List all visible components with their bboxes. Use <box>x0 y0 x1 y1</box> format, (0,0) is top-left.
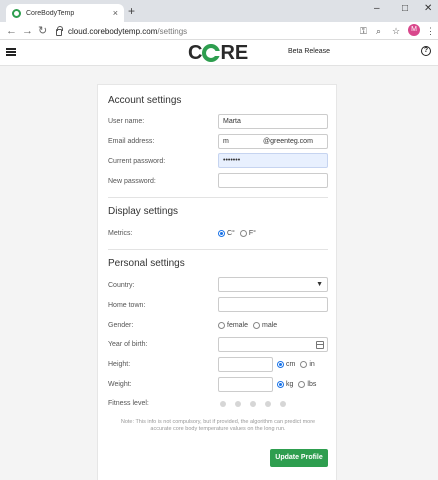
gender-male-label: male <box>262 322 278 329</box>
address-bar[interactable]: cloud.corebodytemp.com/settings <box>56 24 356 38</box>
profile-avatar[interactable]: M <box>408 24 420 36</box>
gender-female-label: female <box>227 322 249 329</box>
new-password-label: New password: <box>108 178 156 185</box>
weight-kg-label: kg <box>286 381 294 388</box>
personal-settings-title: Personal settings <box>108 258 185 269</box>
weight-lbs-label: lbs <box>307 381 317 388</box>
reload-icon[interactable]: ↻ <box>38 24 47 38</box>
email-local: m <box>223 138 229 145</box>
logo-letters-re: RE <box>220 41 249 64</box>
hometown-input[interactable] <box>218 297 328 312</box>
browser-tab[interactable]: CoreBodyTemp × <box>6 4 124 22</box>
divider <box>108 197 328 198</box>
weight-input[interactable] <box>218 377 273 392</box>
user-name-input[interactable]: Marta <box>218 114 328 129</box>
new-password-input[interactable] <box>218 173 328 188</box>
logo-letter-c: C <box>188 41 203 64</box>
metrics-celsius-radio[interactable] <box>218 230 225 237</box>
calendar-icon[interactable] <box>316 341 324 349</box>
metrics-celsius-label: C° <box>227 230 235 237</box>
fitness-level-dot-4[interactable] <box>265 401 271 407</box>
height-unit-radio-group: cm in <box>277 361 320 368</box>
beta-release-label: Beta Release <box>288 48 331 55</box>
hometown-label: Home town: <box>108 302 146 309</box>
metrics-fahrenheit-label: F° <box>248 230 256 237</box>
app-header: C RE Beta Release ? <box>0 40 438 66</box>
help-icon[interactable]: ? <box>421 46 431 56</box>
forward-icon[interactable]: → <box>22 24 33 38</box>
zoom-icon[interactable]: ⌕ <box>376 25 381 37</box>
divider <box>108 249 328 250</box>
height-input[interactable] <box>218 357 273 372</box>
core-logo: C RE <box>188 41 249 64</box>
gender-label: Gender: <box>108 322 134 329</box>
height-cm-label: cm <box>286 361 296 368</box>
chevron-down-icon: ▼ <box>316 281 323 288</box>
country-label: Country: <box>108 282 135 289</box>
hamburger-menu-icon[interactable] <box>6 48 16 56</box>
url-host: cloud.corebodytemp.com <box>68 26 158 36</box>
weight-unit-radio-group: kg lbs <box>277 381 321 388</box>
user-name-label: User name: <box>108 118 145 125</box>
year-of-birth-input[interactable] <box>218 337 328 352</box>
fitness-level-dot-2[interactable] <box>235 401 241 407</box>
height-in-radio[interactable] <box>300 361 308 368</box>
fitness-level-dot-1[interactable] <box>220 401 226 407</box>
current-password-input[interactable]: ••••••• <box>218 153 328 168</box>
tab-title: CoreBodyTemp <box>26 9 75 17</box>
url-path: /settings <box>157 26 188 36</box>
browser-toolbar: ← → ↻ cloud.corebodytemp.com/settings ⚿ … <box>0 22 438 40</box>
height-label: Height: <box>108 361 131 368</box>
maximize-icon[interactable]: □ <box>402 3 408 15</box>
year-of-birth-label: Year of birth: <box>108 341 148 348</box>
gender-female-radio[interactable] <box>218 322 225 329</box>
fitness-level-selector <box>220 401 295 407</box>
weight-kg-radio[interactable] <box>277 381 284 388</box>
gender-male-radio[interactable] <box>253 322 261 329</box>
account-settings-title: Account settings <box>108 95 182 106</box>
fitness-level-label: Fitness level: <box>108 400 149 407</box>
fitness-level-dot-5[interactable] <box>280 401 286 407</box>
lock-icon <box>56 25 63 36</box>
email-label: Email address: <box>108 138 155 145</box>
favicon-icon <box>12 8 21 18</box>
metrics-radio-group: C° F° <box>218 230 261 237</box>
settings-card: Account settings User name: Marta Email … <box>97 84 337 480</box>
metrics-fahrenheit-radio[interactable] <box>239 230 247 237</box>
update-profile-button[interactable]: Update Profile <box>270 449 328 467</box>
key-icon[interactable]: ⚿ <box>360 25 367 37</box>
fitness-level-dot-3[interactable] <box>250 401 256 407</box>
metrics-label: Metrics: <box>108 230 133 237</box>
email-domain: @greenteg.com <box>263 138 313 145</box>
weight-label: Weight: <box>108 381 132 388</box>
browser-menu-icon[interactable]: ⋮ <box>426 25 435 37</box>
country-select[interactable]: ▼ <box>218 277 328 292</box>
info-note: Note: This info is not compulsory, but i… <box>120 419 316 432</box>
minimize-icon[interactable]: – <box>374 3 380 15</box>
weight-lbs-radio[interactable] <box>298 381 306 388</box>
new-tab-button[interactable]: + <box>128 5 135 17</box>
logo-ring-icon <box>202 44 221 62</box>
back-icon[interactable]: ← <box>6 24 17 38</box>
star-icon[interactable]: ☆ <box>392 25 400 37</box>
email-input[interactable]: m @greenteg.com <box>218 134 328 149</box>
current-password-label: Current password: <box>108 158 166 165</box>
height-cm-radio[interactable] <box>277 361 284 368</box>
height-in-label: in <box>309 361 315 368</box>
tab-close-icon[interactable]: × <box>113 8 118 18</box>
browser-tabstrip: CoreBodyTemp × + – □ ✕ <box>0 0 438 22</box>
display-settings-title: Display settings <box>108 206 179 217</box>
close-window-icon[interactable]: ✕ <box>424 3 432 15</box>
gender-radio-group: female male <box>218 322 282 329</box>
